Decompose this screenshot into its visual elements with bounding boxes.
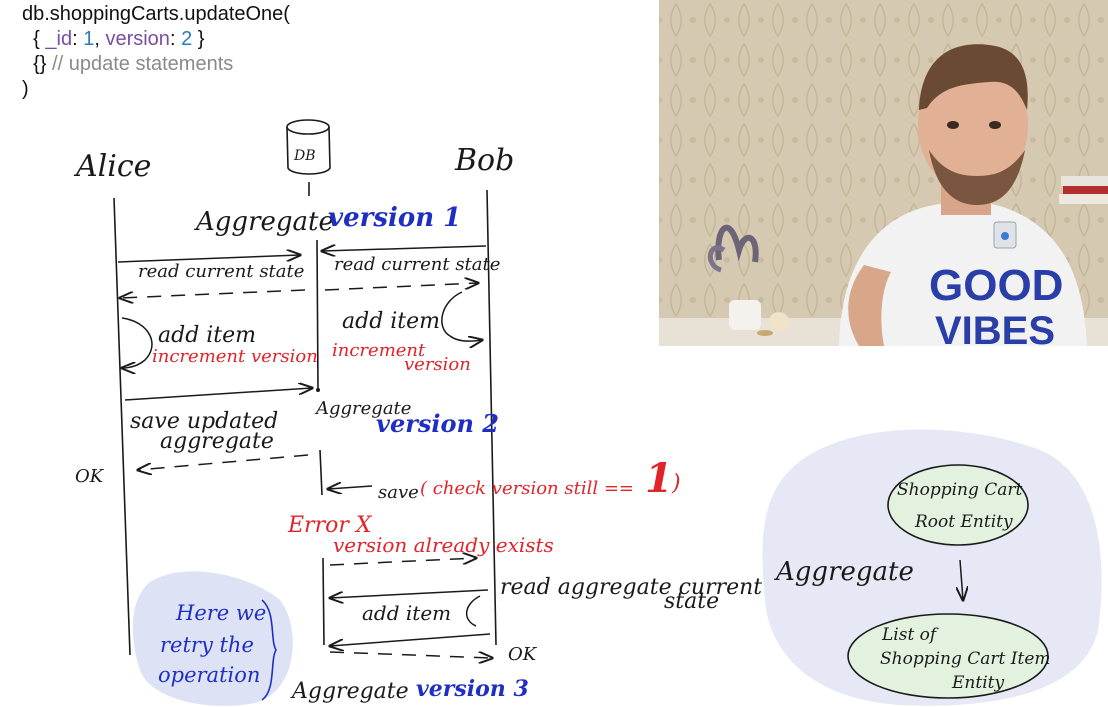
retry-label-3: operation	[158, 663, 260, 687]
root-entity-label-1: Shopping Cart	[897, 480, 1023, 500]
shirt-text-vibes: VIBES	[935, 309, 1055, 346]
read-aggregate-label-2: state	[664, 589, 719, 614]
bob-read-label: read current state	[334, 254, 500, 275]
actor-alice: Alice	[73, 149, 151, 184]
actor-bob: Bob	[454, 143, 514, 178]
version-2-label: version 2	[376, 409, 499, 438]
bob-save-label: save	[378, 482, 419, 503]
alice-add-loop	[122, 317, 153, 368]
save-updated-label-2: aggregate	[160, 429, 274, 454]
bob-save-arrow-2	[330, 633, 491, 646]
bob-check-number: 1	[645, 455, 673, 502]
bob-ok-label: OK	[508, 644, 538, 665]
webcam-overlay: GOOD VIBES	[659, 0, 1108, 346]
bob-read-return	[324, 283, 478, 291]
item-entity-label-2: Shopping Cart Item	[880, 649, 1051, 669]
version-exists-label: version already exists	[333, 533, 554, 557]
bob-increment-label-2: version	[404, 354, 471, 375]
db-lifeline-upper	[316, 239, 319, 391]
alice-ok-label: OK	[75, 466, 105, 487]
bob-ok-return	[329, 651, 492, 658]
version-1-label: version 1	[328, 203, 461, 233]
retry-label-1: Here we	[175, 601, 266, 625]
read-aggregate-label-1: read aggregate current	[500, 575, 762, 600]
bob-check-label: ( check version still ==	[420, 478, 634, 499]
alice-read-return	[120, 289, 306, 298]
bob-read-arrow	[322, 246, 487, 251]
books	[1061, 176, 1108, 186]
bob-add-label-2: add item	[362, 601, 451, 625]
version-3-label: version 3	[416, 676, 529, 702]
presenter-video-frame: GOOD VIBES	[659, 0, 1108, 346]
item-entity-label-3: Entity	[951, 673, 1004, 693]
aggregate-v3-label: Aggregate	[290, 679, 409, 704]
aggregate-panel-label: Aggregate	[774, 557, 914, 587]
alice-add-label: add item	[158, 323, 256, 348]
bob-add-label: add item	[342, 309, 440, 334]
shirt-text-good: GOOD	[929, 261, 1063, 310]
root-entity-node	[887, 464, 1029, 546]
candle	[769, 312, 789, 332]
alice-lifeline	[113, 197, 131, 656]
aggregate-v1-label: Aggregate	[194, 207, 334, 237]
alice-increment-label: increment version	[152, 346, 318, 367]
db-lifeline-retry	[322, 557, 325, 646]
bob-add-loop	[441, 291, 482, 341]
item-entity-label-1: List of	[881, 625, 939, 645]
bob-add-loop-2	[466, 595, 481, 627]
bob-check-close: )	[671, 471, 681, 496]
alice-ok-return	[138, 454, 309, 470]
alice-read-label: read current state	[138, 261, 304, 282]
db-label: DB	[293, 148, 316, 164]
root-entity-label-2: Root Entity	[914, 512, 1013, 532]
error-return	[329, 558, 476, 566]
bob-save-arrow	[328, 486, 373, 489]
retry-label-2: retry the	[160, 633, 254, 657]
alice-save-arrow	[124, 388, 312, 401]
bob-reread-arrow	[330, 589, 489, 598]
db-lifeline-lower	[319, 449, 323, 496]
